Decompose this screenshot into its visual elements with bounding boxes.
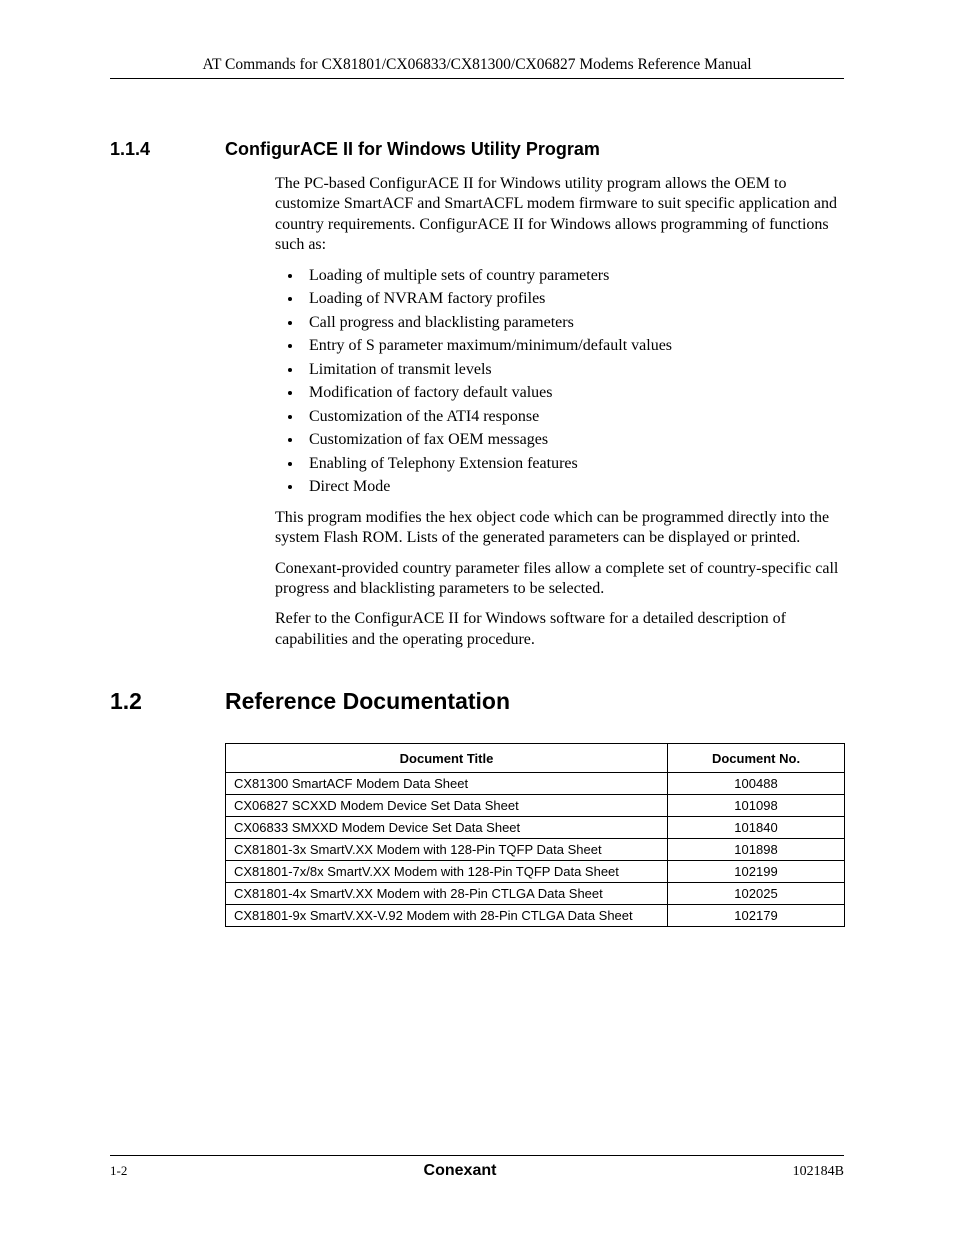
- doc-title-cell: CX06827 SCXXD Modem Device Set Data Shee…: [226, 795, 668, 817]
- list-item: Loading of NVRAM factory profiles: [303, 289, 844, 309]
- doc-title-cell: CX81801-9x SmartV.XX-V.92 Modem with 28-…: [226, 905, 668, 927]
- doc-title-cell: CX81801-4x SmartV.XX Modem with 28-Pin C…: [226, 883, 668, 905]
- section-1-1-4-heading: 1.1.4 ConfigurACE II for Windows Utility…: [110, 139, 844, 160]
- section-1-2-heading: 1.2 Reference Documentation: [110, 688, 844, 715]
- table-row: CX81300 SmartACF Modem Data Sheet 100488: [226, 773, 845, 795]
- reference-table-wrap: Document Title Document No. CX81300 Smar…: [225, 743, 844, 927]
- doc-number-cell: 102179: [668, 905, 845, 927]
- table-row: CX81801-3x SmartV.XX Modem with 128-Pin …: [226, 839, 845, 861]
- doc-title-cell: CX81801-3x SmartV.XX Modem with 128-Pin …: [226, 839, 668, 861]
- list-item: Direct Mode: [303, 477, 844, 497]
- footer-rule: [110, 1155, 844, 1156]
- table-row: CX81801-4x SmartV.XX Modem with 28-Pin C…: [226, 883, 845, 905]
- col-header-number: Document No.: [668, 744, 845, 773]
- doc-number-cell: 102199: [668, 861, 845, 883]
- doc-number-cell: 102025: [668, 883, 845, 905]
- paragraph: Conexant-provided country parameter file…: [275, 559, 844, 600]
- section-title: ConfigurACE II for Windows Utility Progr…: [225, 139, 600, 160]
- header-rule: [110, 78, 844, 79]
- section-1-1-4-body: The PC-based ConfigurACE II for Windows …: [275, 174, 844, 650]
- doc-number-cell: 101840: [668, 817, 845, 839]
- doc-title-cell: CX81300 SmartACF Modem Data Sheet: [226, 773, 668, 795]
- footer-line: 1-2 Conexant 102184B: [110, 1162, 844, 1180]
- table-row: CX81801-7x/8x SmartV.XX Modem with 128-P…: [226, 861, 845, 883]
- section-number: 1.2: [110, 688, 225, 715]
- table-row: CX06827 SCXXD Modem Device Set Data Shee…: [226, 795, 845, 817]
- doc-code: 102184B: [793, 1164, 844, 1180]
- table-row: CX06833 SMXXD Modem Device Set Data Shee…: [226, 817, 845, 839]
- list-item: Call progress and blacklisting parameter…: [303, 313, 844, 333]
- paragraph: This program modifies the hex object cod…: [275, 508, 844, 549]
- reference-table: Document Title Document No. CX81300 Smar…: [225, 743, 845, 927]
- doc-number-cell: 100488: [668, 773, 845, 795]
- list-item: Customization of fax OEM messages: [303, 430, 844, 450]
- list-item: Enabling of Telephony Extension features: [303, 454, 844, 474]
- section-title: Reference Documentation: [225, 688, 510, 715]
- page-footer: 1-2 Conexant 102184B: [110, 1155, 844, 1180]
- section-number: 1.1.4: [110, 139, 225, 160]
- doc-number-cell: 101098: [668, 795, 845, 817]
- footer-brand: Conexant: [424, 1162, 497, 1180]
- col-header-title: Document Title: [226, 744, 668, 773]
- doc-title-cell: CX81801-7x/8x SmartV.XX Modem with 128-P…: [226, 861, 668, 883]
- doc-number-cell: 101898: [668, 839, 845, 861]
- doc-title-cell: CX06833 SMXXD Modem Device Set Data Shee…: [226, 817, 668, 839]
- running-header: AT Commands for CX81801/CX06833/CX81300/…: [110, 56, 844, 74]
- list-item: Loading of multiple sets of country para…: [303, 266, 844, 286]
- table-header-row: Document Title Document No.: [226, 744, 845, 773]
- list-item: Limitation of transmit levels: [303, 360, 844, 380]
- paragraph: Refer to the ConfigurACE II for Windows …: [275, 609, 844, 650]
- list-item: Customization of the ATI4 response: [303, 407, 844, 427]
- table-row: CX81801-9x SmartV.XX-V.92 Modem with 28-…: [226, 905, 845, 927]
- page: AT Commands for CX81801/CX06833/CX81300/…: [0, 0, 954, 1235]
- feature-list: Loading of multiple sets of country para…: [275, 266, 844, 498]
- page-number: 1-2: [110, 1163, 127, 1179]
- list-item: Entry of S parameter maximum/minimum/def…: [303, 336, 844, 356]
- intro-paragraph: The PC-based ConfigurACE II for Windows …: [275, 174, 844, 256]
- list-item: Modification of factory default values: [303, 383, 844, 403]
